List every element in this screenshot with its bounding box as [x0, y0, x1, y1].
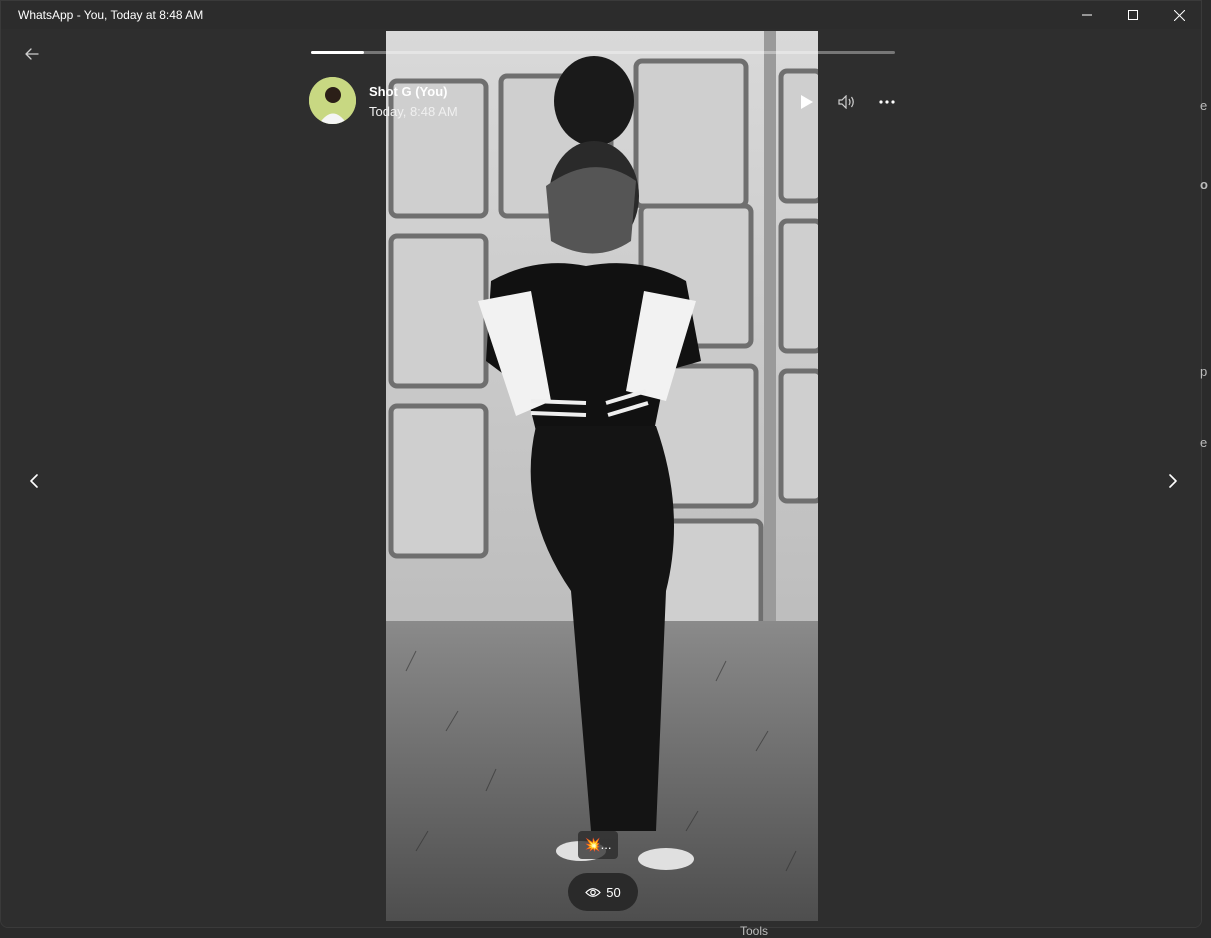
whatsapp-status-viewer-window: WhatsApp - You, Today at 8:48 AM Shot G …	[0, 0, 1202, 928]
ellipsis-icon	[879, 100, 895, 104]
minimize-icon	[1082, 14, 1092, 16]
back-button[interactable]	[21, 43, 43, 65]
next-status-button[interactable]	[1161, 469, 1183, 493]
minimize-button[interactable]	[1064, 1, 1110, 29]
chevron-right-icon	[1168, 474, 1177, 488]
chevron-left-icon	[29, 474, 38, 488]
avatar-image	[309, 77, 356, 124]
more-options-button[interactable]	[876, 91, 898, 113]
view-count-button[interactable]: 50	[568, 873, 638, 911]
status-timestamp: Today, 8:48 AM	[369, 104, 458, 119]
status-photo	[386, 31, 818, 921]
status-stage: Shot G (You) Today, 8:48 AM 💥... 50	[1, 29, 1201, 927]
close-button[interactable]	[1156, 1, 1201, 29]
previous-status-button[interactable]	[23, 469, 45, 493]
status-progress-bar	[311, 51, 895, 54]
maximize-icon	[1128, 10, 1138, 20]
background-text-fragment: o	[1200, 177, 1208, 192]
background-text-fragment: p	[1200, 364, 1208, 379]
title-bar: WhatsApp - You, Today at 8:48 AM	[1, 1, 1201, 29]
status-progress-fill	[311, 51, 364, 54]
maximize-button[interactable]	[1110, 1, 1156, 29]
mute-button[interactable]	[836, 91, 858, 113]
play-button[interactable]	[796, 91, 818, 113]
window-title: WhatsApp - You, Today at 8:48 AM	[18, 8, 204, 22]
eye-icon	[585, 887, 602, 897]
play-icon	[801, 95, 813, 109]
status-photo-illustration	[386, 31, 818, 921]
arrow-left-icon	[25, 48, 39, 60]
status-caption[interactable]: 💥...	[578, 831, 618, 859]
close-icon	[1173, 9, 1185, 21]
status-user-name: Shot G (You)	[369, 84, 448, 99]
speaker-icon	[838, 95, 854, 109]
background-text-fragment: e	[1200, 98, 1208, 113]
view-count: 50	[606, 884, 621, 900]
background-text-fragment: e	[1200, 435, 1208, 450]
avatar[interactable]	[309, 77, 356, 124]
background-text-fragment: Tools	[740, 924, 769, 938]
